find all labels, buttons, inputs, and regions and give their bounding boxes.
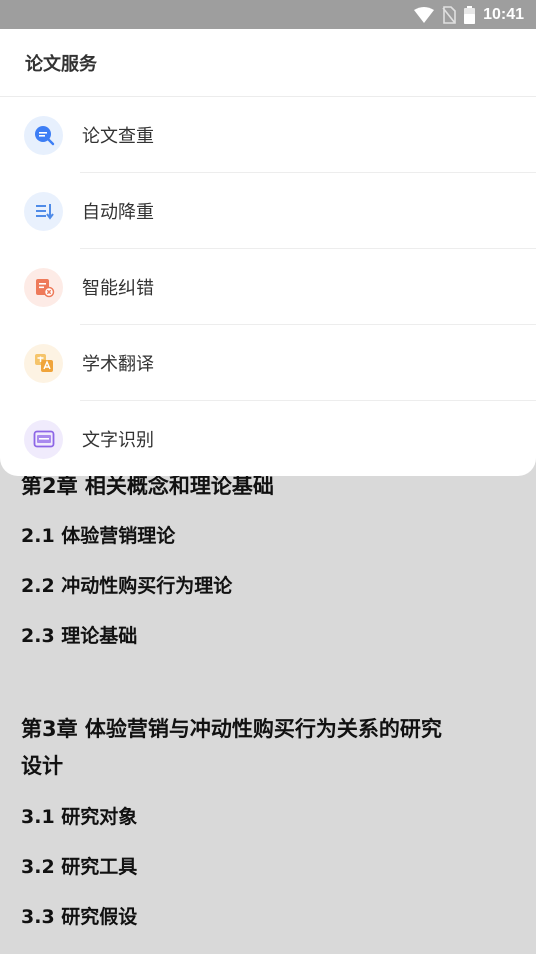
section-heading: 3.2 研究工具 (21, 856, 138, 878)
auto-rewrite-icon (24, 191, 63, 231)
menu-item-label: 智能纠错 (82, 278, 154, 299)
menu-item-label: 自动降重 (82, 202, 154, 223)
chapter-heading-continued: 设计 (21, 754, 63, 778)
section-heading: 3.1 研究对象 (21, 806, 138, 828)
menu-item-label: 论文查重 (82, 126, 154, 147)
section-heading: 2.3 理论基础 (21, 625, 138, 647)
wifi-icon (414, 6, 435, 23)
menu-item-label: 学术翻译 (82, 354, 154, 375)
thesis-services-sheet: 论文服务 论文查重 自动降重 智能纠错 学术翻译 文字识别 (0, 29, 536, 476)
battery-icon (464, 5, 476, 24)
section-heading: 2.1 体验营销理论 (21, 525, 176, 547)
chapter-heading: 第3章 体验营销与冲动性购买行为关系的研究 (21, 717, 442, 741)
menu-item-smart-correction[interactable]: 智能纠错 (0, 249, 536, 325)
menu-item-plagiarism-check[interactable]: 论文查重 (0, 97, 536, 173)
ocr-icon (24, 419, 63, 459)
menu-item-label: 文字识别 (82, 430, 154, 451)
clock: 10:41 (483, 5, 524, 23)
smart-correction-icon (24, 267, 63, 307)
menu-item-academic-translate[interactable]: 学术翻译 (0, 325, 536, 401)
academic-translate-icon (24, 343, 63, 383)
menu-item-ocr[interactable]: 文字识别 (0, 401, 536, 476)
menu-item-auto-rewrite[interactable]: 自动降重 (0, 173, 536, 249)
section-heading: 3.3 研究假设 (21, 906, 138, 928)
section-heading: 2.2 冲动性购买行为理论 (21, 575, 233, 597)
no-sim-icon (442, 5, 456, 24)
sheet-title: 论文服务 (0, 29, 536, 97)
plagiarism-check-icon (24, 115, 63, 155)
status-bar: 10:41 (0, 0, 536, 29)
